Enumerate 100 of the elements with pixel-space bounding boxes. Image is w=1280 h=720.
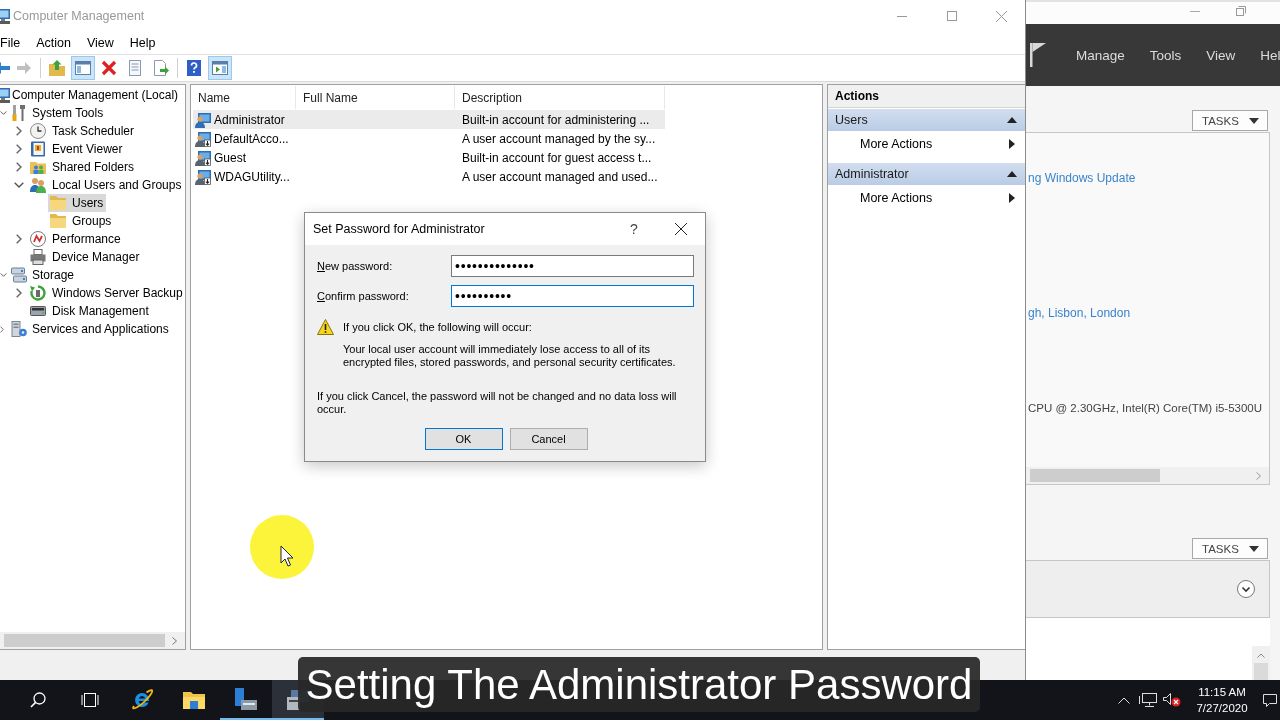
section-header[interactable]: Users (828, 109, 1025, 131)
action-item[interactable]: More Actions (828, 133, 1025, 155)
menu-item[interactable]: Hel (1260, 47, 1280, 63)
printer-icon (30, 249, 46, 265)
clock-date: 7/27/2020 (1196, 701, 1248, 716)
computer-icon (0, 87, 10, 103)
menu-item[interactable]: View (78, 33, 122, 53)
notification-icon[interactable] (1263, 693, 1277, 707)
chevron-down-icon[interactable] (0, 111, 7, 115)
chevron-down-icon[interactable] (14, 182, 24, 188)
user-description: Built-in account for administering ... (461, 112, 651, 127)
search-icon[interactable] (30, 692, 46, 708)
menu-item[interactable]: Help (121, 33, 164, 53)
caret-right-icon (1009, 193, 1015, 203)
password-field[interactable]: •••••••••• (451, 285, 694, 307)
tree-item[interactable]: Performance (28, 230, 124, 248)
user-description: Built-in account for guest access t... (461, 150, 653, 165)
chevron-right-icon[interactable] (0, 325, 4, 333)
folder-icon[interactable] (183, 691, 205, 709)
tree-item[interactable]: Local Users and Groups (28, 176, 185, 194)
minimize-icon[interactable] (897, 15, 907, 17)
tree-item[interactable]: Groups (48, 212, 115, 230)
list-row[interactable]: Administrator Built-in account for administering ... (193, 110, 665, 129)
export-icon (153, 60, 169, 76)
chevron-right-icon[interactable] (16, 144, 22, 154)
chevron-right-icon[interactable] (16, 288, 22, 298)
column-header[interactable]: Full Name (296, 86, 455, 109)
gauge-icon (30, 231, 46, 247)
dialog-button[interactable]: OK (424, 428, 503, 450)
users-icon (30, 177, 46, 193)
user-name: DefaultAcco... (214, 131, 289, 146)
tree-item[interactable]: Shared Folders (28, 158, 138, 176)
section-header[interactable]: Administrator (828, 163, 1025, 185)
server-icon[interactable] (235, 688, 257, 712)
tree-item[interactable]: Task Scheduler (28, 122, 138, 140)
tree-item[interactable]: Device Manager (28, 248, 143, 266)
chevron-right-icon[interactable] (16, 126, 22, 136)
scrollbar-thumb[interactable] (1030, 469, 1160, 482)
tree-item[interactable]: Event Viewer (28, 140, 126, 158)
menu-item[interactable]: Manage (1076, 47, 1125, 63)
scroll-up-icon[interactable] (1257, 653, 1265, 658)
column-header[interactable]: Description (455, 86, 665, 109)
document-icon (127, 60, 143, 76)
maximize-icon[interactable] (947, 11, 957, 21)
link[interactable]: ng Windows Update (1028, 170, 1136, 186)
scrollbar-thumb[interactable] (1254, 663, 1268, 680)
actions-heading: Actions (828, 85, 1025, 108)
menu-item[interactable]: File (0, 33, 29, 53)
menu-item[interactable]: View (1206, 47, 1236, 63)
user-name: Administrator (214, 112, 285, 127)
link[interactable]: gh, Lisbon, London (1028, 305, 1131, 321)
help-button[interactable]: ? (611, 213, 657, 245)
cursor-highlight-icon (250, 515, 314, 579)
console-tree-button[interactable] (71, 56, 95, 80)
window-title: Computer Management (13, 9, 145, 23)
dialog-button[interactable]: Cancel (509, 428, 588, 450)
chevron-up-icon[interactable] (1118, 696, 1130, 704)
action-pane-button[interactable] (208, 56, 232, 80)
close-icon[interactable] (675, 223, 687, 235)
caret-right-icon (1009, 139, 1015, 149)
dialog-title: Set Password for Administrator (312, 222, 486, 236)
folder-up-icon (49, 60, 65, 76)
scroll-right-icon[interactable] (172, 636, 177, 645)
tree-item[interactable]: Disk Management (28, 302, 152, 320)
clock-icon (30, 123, 46, 139)
folder-icon (50, 214, 66, 228)
user-description: A user account managed by the sy... (461, 131, 657, 146)
action-item[interactable]: More Actions (828, 187, 1025, 209)
chevron-down-icon[interactable] (0, 273, 7, 277)
browser-icon[interactable] (130, 689, 154, 711)
notebook-icon (30, 141, 46, 157)
chevron-down-icon[interactable] (1237, 580, 1255, 598)
tree-item[interactable]: Computer Management (Local) (0, 86, 182, 104)
restore-icon[interactable] (1236, 6, 1246, 16)
tree-item[interactable]: Storage (9, 266, 78, 284)
property-value: CPU @ 2.30GHz, Intel(R) Core(TM) i5-5300U (1028, 401, 1263, 416)
task-view-icon[interactable] (81, 693, 99, 707)
right-pane-icon (212, 60, 228, 76)
menu-item[interactable]: Tools (1149, 47, 1182, 63)
tasks-button[interactable]: TASKS (1192, 538, 1268, 559)
network-icon[interactable] (1139, 693, 1157, 707)
chevron-right-icon[interactable] (16, 162, 22, 172)
delete-icon (101, 60, 117, 76)
shared-folder-icon (30, 159, 46, 175)
clock-time: 11:15 AM (1198, 685, 1246, 700)
tree-item[interactable]: System Tools (9, 104, 107, 122)
caret-down-icon (1249, 117, 1259, 124)
menu-item[interactable]: Action (28, 33, 79, 53)
computer-icon (0, 8, 10, 24)
tree-item[interactable]: Services and Applications (9, 320, 172, 338)
chevron-right-icon[interactable] (16, 234, 22, 244)
volume-muted-icon[interactable] (1163, 693, 1181, 707)
tasks-button[interactable]: TASKS (1192, 110, 1268, 131)
tree-item[interactable]: Windows Server Backup (28, 284, 185, 302)
column-header[interactable]: Name (193, 86, 296, 109)
caret-down-icon (1249, 545, 1259, 552)
scrollbar-thumb[interactable] (4, 634, 165, 647)
tree-item[interactable]: Users (48, 194, 107, 212)
password-field[interactable]: •••••••••••••• (451, 255, 694, 277)
cancel-note: If you click Cancel, the password will not be changed and no data loss will occur. (317, 390, 678, 416)
